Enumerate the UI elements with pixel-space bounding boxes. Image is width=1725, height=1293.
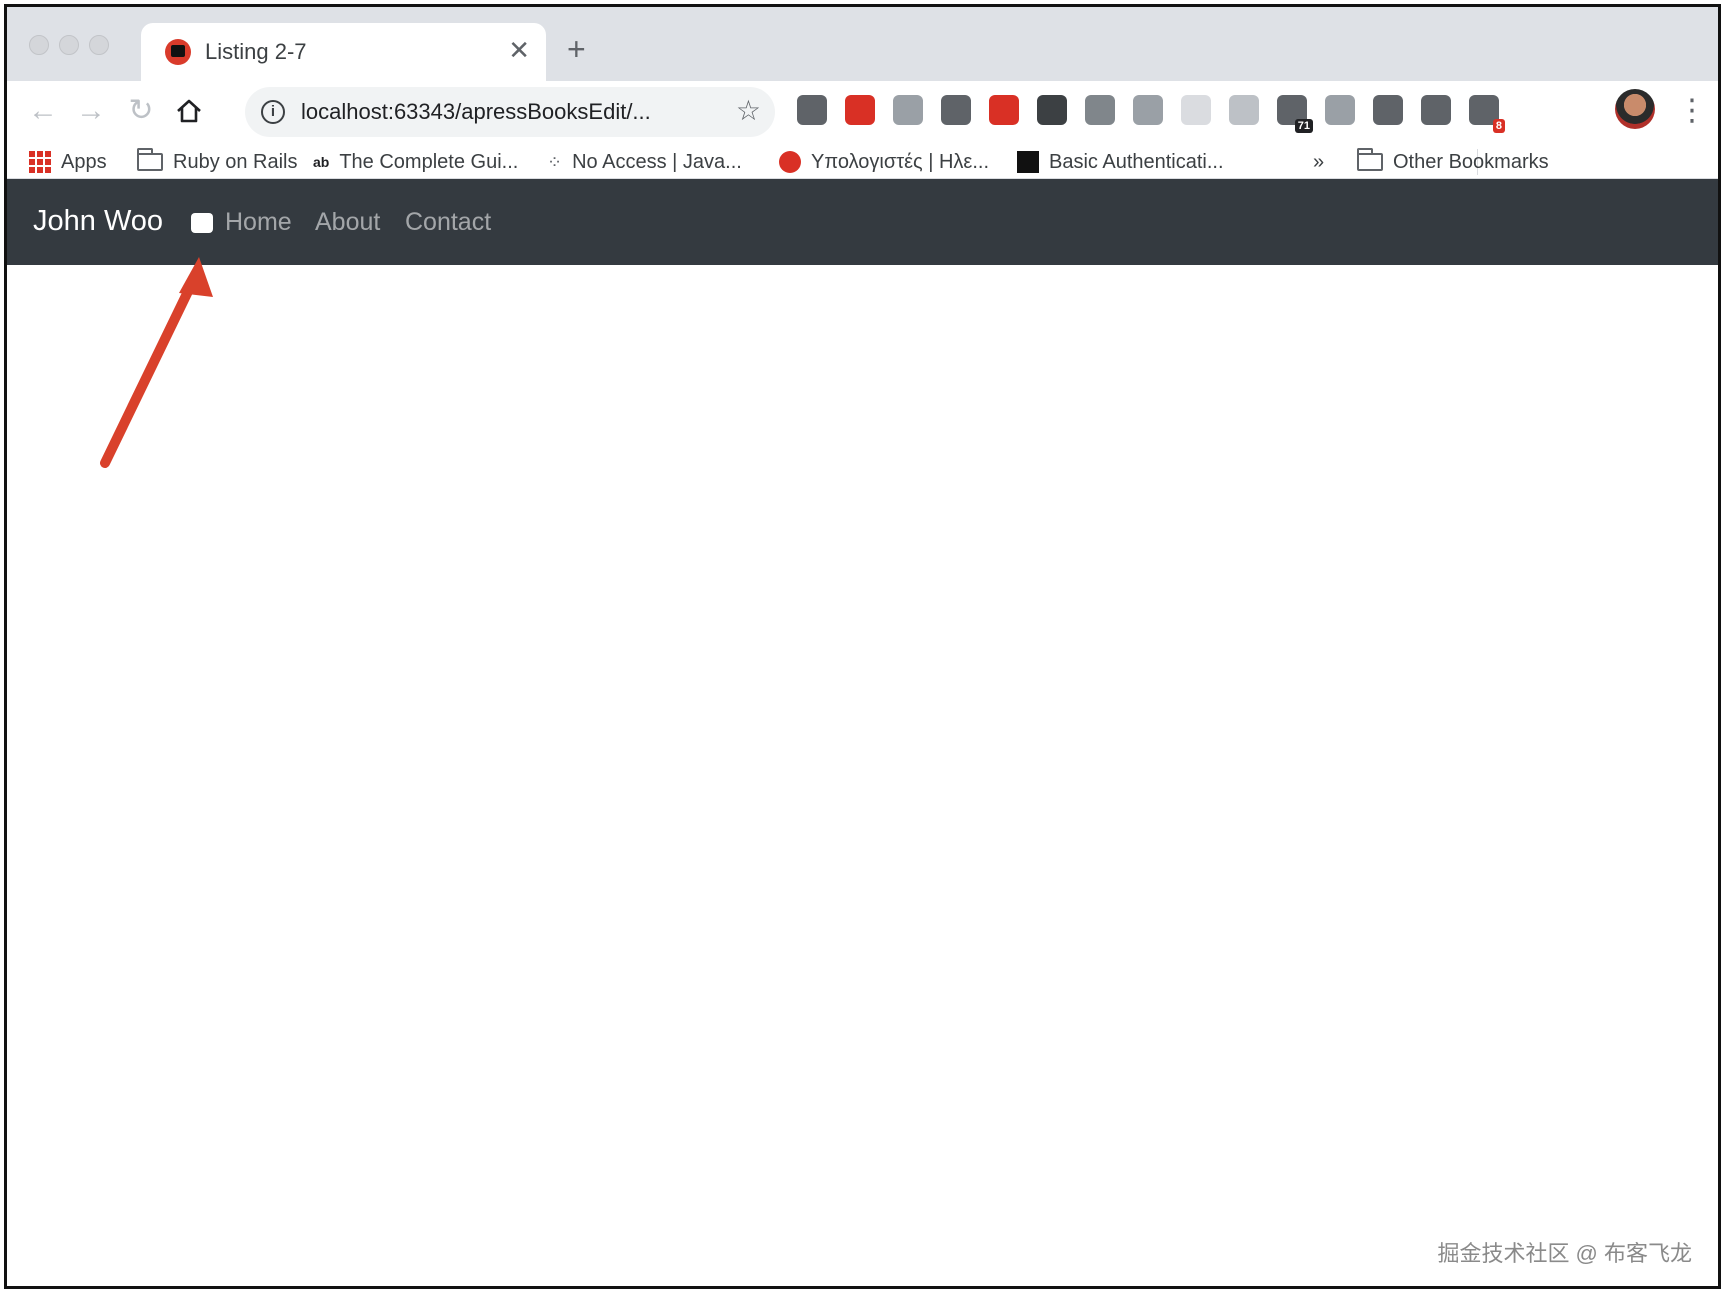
extension-badge: 71 [1294,119,1313,133]
bookmark-star-icon[interactable]: ☆ [736,94,761,127]
diamond-site-icon [1017,151,1039,173]
folder-icon [1357,148,1383,171]
bookmark-apps[interactable]: Apps [29,145,107,179]
forward-icon[interactable]: → [71,91,111,131]
reload-icon[interactable]: ↻ [121,91,161,131]
back-icon[interactable]: ← [23,91,63,131]
target-icon[interactable] [989,95,1019,125]
bookmark-other-bookmarks[interactable]: Other Bookmarks [1357,145,1549,179]
apps-grid-icon [29,151,51,173]
bookmark-label: Other Bookmarks [1393,150,1549,173]
bookmark-no-access-java[interactable]: ⁘ No Access | Java... [547,145,742,179]
balloon-site-icon [779,151,801,173]
profile-avatar[interactable] [1615,89,1655,129]
globe-icon[interactable] [1325,95,1355,125]
annotation-arrow-icon [100,257,213,468]
bookmark-ruby-on-rails[interactable]: Ruby on Rails [137,145,298,179]
bookmark-label: Apps [61,150,107,173]
site-navbar: John Woo Home About Contact [7,179,1718,265]
browser-toolbar: ← → ↻ i localhost:63343/apressBooksEdit/… [7,81,1718,145]
bookmark-computers-greek[interactable]: Υπολογιστές | Ηλε... [779,145,989,179]
bookmark-label: The Complete Gui... [339,150,519,173]
navbar-toggler-icon[interactable] [191,213,213,233]
close-window-button[interactable] [29,35,49,55]
bookmark-label: Ruby on Rails [173,150,298,173]
camera-icon[interactable] [1229,95,1259,125]
browser-menu-icon[interactable]: ⋮ [1677,91,1707,131]
nav-link-home[interactable]: Home [225,208,292,237]
minimize-window-button[interactable] [59,35,79,55]
home-icon[interactable] [169,91,209,131]
tab-title: Listing 2-7 [205,39,307,64]
bookmark-label: No Access | Java... [572,150,742,173]
site-info-icon[interactable]: i [261,100,285,124]
bookmark-label: Basic Authenticati... [1049,150,1224,173]
chevron-double-right-icon: » [1313,150,1325,173]
blank-extension-icon[interactable] [1181,95,1211,125]
bookmark-complete-guide[interactable]: ab The Complete Gui... [313,145,518,179]
browser-window: Listing 2-7 ✕ + ← → ↻ i localhost:63343/… [4,4,1721,1289]
address-bar[interactable]: i localhost:63343/apressBooksEdit/... ☆ [245,87,775,137]
navbar-brand[interactable]: John Woo [33,205,163,238]
close-tab-icon[interactable]: ✕ [508,35,530,66]
opera-icon[interactable] [893,95,923,125]
page-viewport: John Woo Home About Contact 掘金技术社区 @ 布客飞… [7,179,1718,1286]
bookmark-basic-authentication[interactable]: Basic Authenticati... [1017,145,1224,179]
folder-icon [137,148,163,171]
watermark-text: 掘金技术社区 @ 布客飞龙 [1437,1241,1692,1266]
a-badge-icon[interactable]: 8 [1469,95,1505,133]
eyedropper-icon[interactable] [797,95,827,125]
tab-strip: Listing 2-7 ✕ + [7,7,1718,81]
screenshot-icon[interactable] [1133,95,1163,125]
download-icon[interactable] [1085,95,1115,125]
maximize-window-button[interactable] [89,35,109,55]
url-text: localhost:63343/apressBooksEdit/... [301,99,651,124]
tag-icon[interactable]: 71 [1277,95,1313,133]
webstorm-favicon-icon [165,39,191,65]
lightbulb-icon[interactable] [1037,95,1067,125]
nav-link-about[interactable]: About [315,208,380,237]
tab-active[interactable]: Listing 2-7 ✕ [141,23,546,81]
network-icon[interactable] [845,95,875,125]
ab-site-icon: ab [313,154,330,170]
new-tab-button[interactable]: + [567,33,586,65]
bookmarks-bar: Apps Ruby on Rails ab The Complete Gui..… [7,145,1718,179]
a-circle-icon[interactable] [1373,95,1403,125]
scatter-site-icon: ⁘ [547,151,563,172]
bookmark-label: Υπολογιστές | Ηλε... [811,150,989,173]
extension-badge: 8 [1492,119,1505,133]
move-icon[interactable] [1421,95,1451,125]
c-letter-icon[interactable] [941,95,971,125]
nav-link-contact[interactable]: Contact [405,208,491,237]
bookmarks-overflow-button[interactable]: » [1313,145,1324,179]
